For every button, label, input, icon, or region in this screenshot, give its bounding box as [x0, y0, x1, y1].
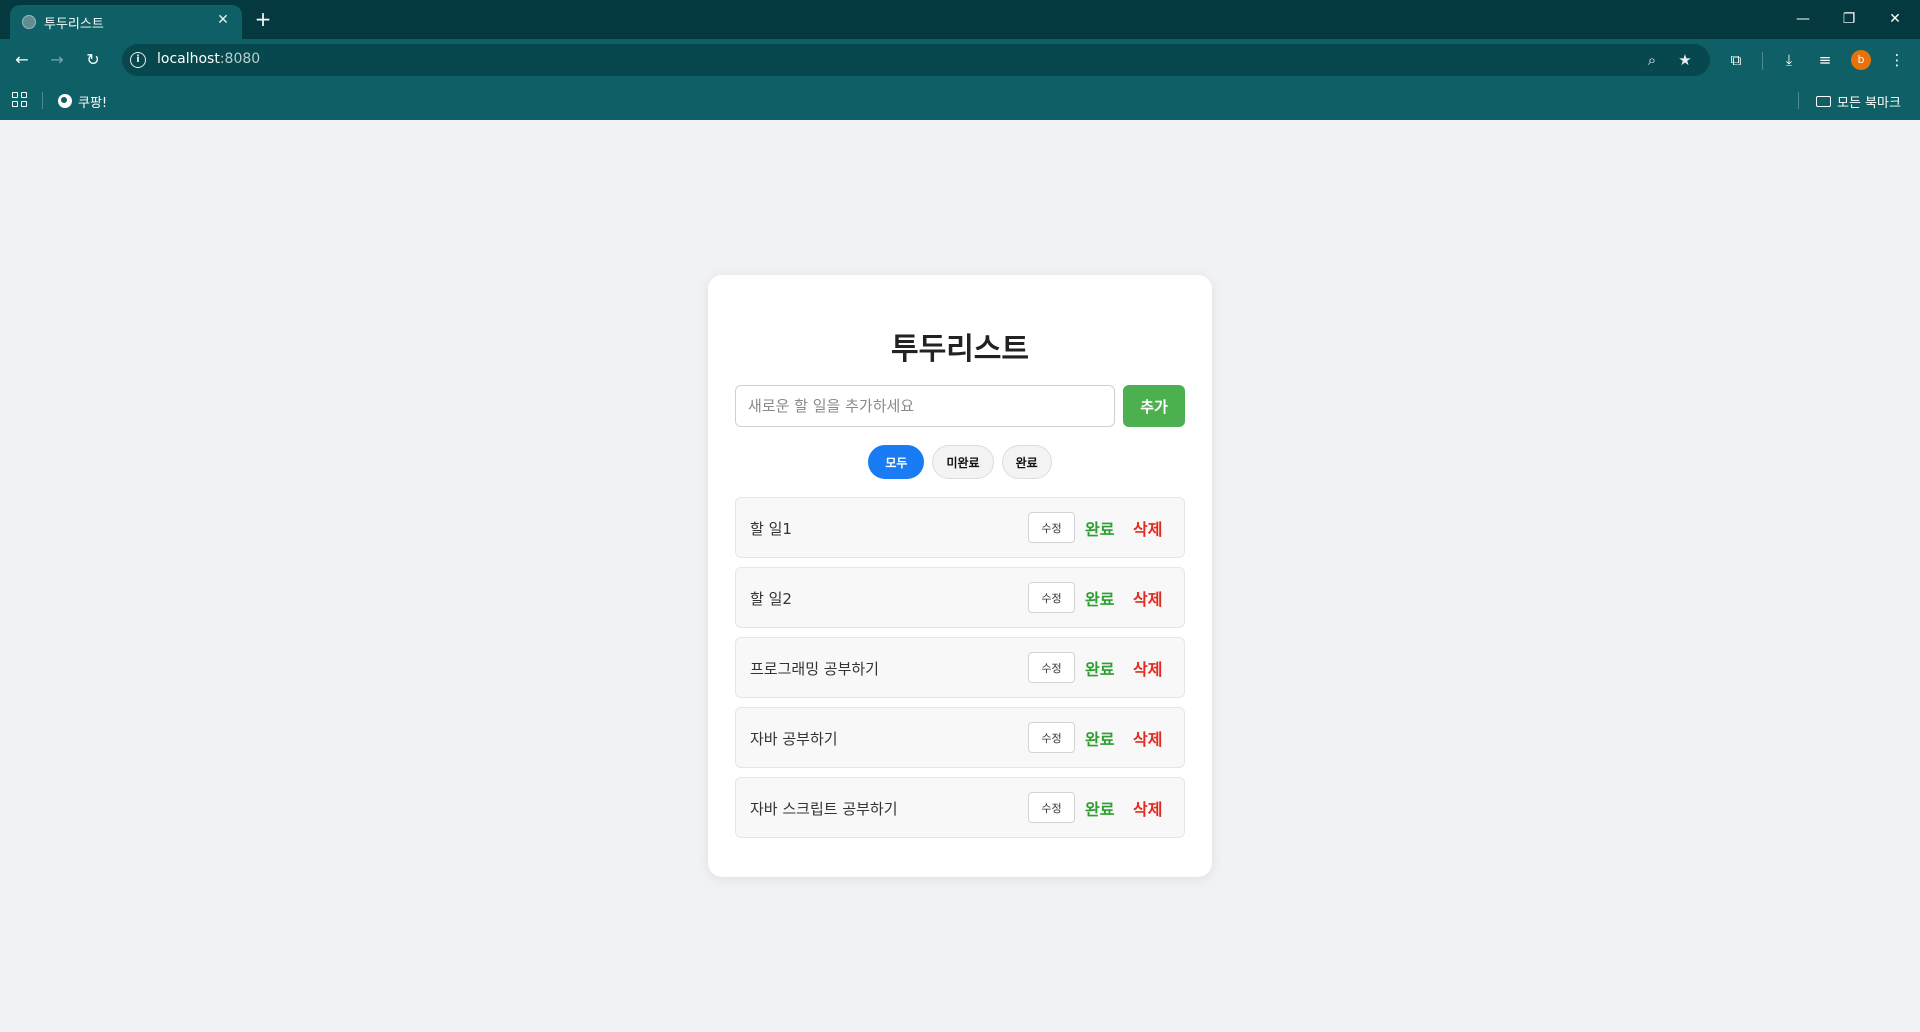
complete-button[interactable]: 완료 [1083, 792, 1116, 823]
complete-button[interactable]: 완료 [1083, 582, 1116, 613]
tab-close-icon[interactable]: ✕ [214, 11, 232, 29]
new-tab-icon[interactable]: + [252, 8, 274, 30]
reload-icon[interactable]: ↻ [80, 48, 106, 72]
bookmark-bar: 쿠팡! 모든 북마크 [0, 81, 1920, 120]
todo-item: 프로그래밍 공부하기 수정 완료 삭제 [735, 637, 1185, 698]
tab-title: 투두리스트 [44, 17, 104, 32]
todo-text: 할 일2 [750, 590, 792, 608]
edit-button[interactable]: 수정 [1028, 582, 1075, 613]
edit-button[interactable]: 수정 [1028, 722, 1075, 753]
filter-group: 모두 미완료 완료 [708, 445, 1212, 479]
edit-button[interactable]: 수정 [1028, 792, 1075, 823]
todo-item: 할 일2 수정 완료 삭제 [735, 567, 1185, 628]
todo-list: 할 일1 수정 완료 삭제 할 일2 수정 완료 삭제 프로그래밍 공부하기 수… [735, 497, 1185, 847]
menu-icon[interactable]: ⋮ [1885, 48, 1909, 72]
profile-avatar[interactable]: b [1851, 50, 1871, 70]
todo-item: 자바 스크립트 공부하기 수정 완료 삭제 [735, 777, 1185, 838]
todo-item: 자바 공부하기 수정 완료 삭제 [735, 707, 1185, 768]
filter-incomplete-button[interactable]: 미완료 [932, 445, 994, 479]
bookmark-star-icon[interactable]: ★ [1674, 49, 1696, 71]
all-bookmarks[interactable]: 모든 북마크 [1816, 91, 1901, 111]
todo-card: 투두리스트 추가 모두 미완료 완료 할 일1 수정 완료 삭제 할 일2 수정… [708, 275, 1212, 877]
delete-button[interactable]: 삭제 [1131, 512, 1164, 543]
browser-toolbar: ← → ↻ i localhost:8080 ⌕ ★ ⧉ ⤓ ≡ b ⋮ [0, 39, 1920, 81]
todo-item: 할 일1 수정 완료 삭제 [735, 497, 1185, 558]
filter-complete-button[interactable]: 완료 [1001, 445, 1052, 479]
apps-grid-icon[interactable] [12, 92, 28, 108]
edit-button[interactable]: 수정 [1028, 512, 1075, 543]
filter-all-button[interactable]: 모두 [868, 445, 925, 479]
complete-button[interactable]: 완료 [1083, 722, 1116, 753]
folder-icon [1816, 95, 1831, 107]
page-title: 투두리스트 [891, 332, 1029, 367]
browser-tab[interactable]: 투두리스트 ✕ [10, 5, 242, 39]
window-close-icon[interactable]: ✕ [1878, 6, 1912, 32]
delete-button[interactable]: 삭제 [1131, 582, 1164, 613]
minimize-icon[interactable]: — [1786, 6, 1820, 32]
tab-strip: 투두리스트 ✕ + — ❐ ✕ [0, 0, 1920, 39]
complete-button[interactable]: 완료 [1083, 512, 1116, 543]
add-button[interactable]: 추가 [1123, 385, 1185, 427]
new-todo-input[interactable] [735, 385, 1115, 427]
delete-button[interactable]: 삭제 [1131, 722, 1164, 753]
site-info-icon[interactable]: i [130, 52, 146, 68]
screen-search-icon[interactable]: ⧉ [1724, 48, 1748, 72]
todo-text: 자바 공부하기 [750, 730, 838, 748]
back-icon[interactable]: ← [9, 48, 35, 72]
delete-button[interactable]: 삭제 [1131, 652, 1164, 683]
edit-button[interactable]: 수정 [1028, 652, 1075, 683]
address-bar[interactable]: i localhost:8080 ⌕ ★ [122, 44, 1710, 76]
globe-icon [58, 94, 72, 108]
media-control-icon[interactable]: ≡ [1813, 48, 1837, 72]
restore-icon[interactable]: ❐ [1832, 6, 1866, 32]
todo-text: 할 일1 [750, 520, 792, 538]
todo-text: 자바 스크립트 공부하기 [750, 800, 898, 818]
todo-text: 프로그래밍 공부하기 [750, 660, 879, 678]
bookmark-coupang[interactable]: 쿠팡! [58, 91, 107, 111]
favicon-icon [22, 15, 36, 29]
forward-icon[interactable]: → [44, 48, 70, 72]
zoom-icon[interactable]: ⌕ [1641, 49, 1663, 71]
download-icon[interactable]: ⤓ [1777, 48, 1801, 72]
delete-button[interactable]: 삭제 [1131, 792, 1164, 823]
address-url[interactable]: localhost:8080 [157, 51, 260, 67]
complete-button[interactable]: 완료 [1083, 652, 1116, 683]
